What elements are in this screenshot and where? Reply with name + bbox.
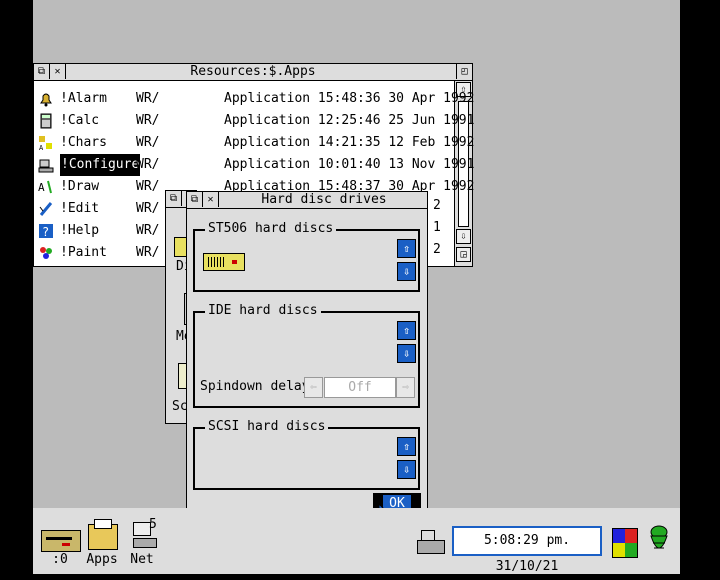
hard-disc-dialog[interactable]: ⧉ ✕ Hard disc drives ST506 hard discs ⇧ …	[186, 191, 428, 529]
ide-label: IDE hard discs	[205, 303, 321, 319]
scsi-label: SCSI hard discs	[205, 419, 329, 435]
spindown-label: Spindown delay	[200, 379, 310, 394]
file-access: WR/	[136, 135, 160, 150]
palette-icon[interactable]	[612, 528, 638, 558]
draw-icon: A	[38, 180, 52, 194]
net-label: Net	[130, 552, 154, 567]
scsi-frame: SCSI hard discs ⇧ ⇩	[193, 419, 420, 490]
file-access: WR/	[136, 157, 160, 172]
acorn-icon[interactable]	[647, 524, 671, 558]
spindown-increment-button[interactable]: ⇨	[396, 377, 415, 398]
back-icon[interactable]: ⧉	[166, 191, 182, 206]
hard-drive-icon[interactable]	[203, 253, 245, 271]
file-name: !Calc	[60, 113, 100, 128]
hdd-dialog-titlebar[interactable]: ⧉ ✕ Hard disc drives	[187, 192, 427, 209]
printer-icon[interactable]	[417, 530, 445, 556]
st506-label: ST506 hard discs	[205, 221, 337, 237]
file-name-selected: !Configure	[60, 154, 141, 176]
scroll-down-icon[interactable]: ⇩	[397, 460, 416, 479]
close-icon[interactable]: ✕	[203, 192, 219, 207]
file-access: WR/	[136, 201, 160, 216]
svg-text:A: A	[39, 144, 44, 151]
paint-icon	[40, 247, 52, 259]
file-access: WR/	[136, 91, 160, 106]
file-info: Application 12:25:46 25 Jun 1991	[224, 113, 475, 128]
calculator-icon	[40, 113, 52, 129]
drive-label: :0	[52, 552, 68, 567]
ide-frame: IDE hard discs ⇧ ⇩ Spindown delay ⇦ Off …	[193, 303, 420, 408]
scroll-down-icon[interactable]: ⇩	[397, 344, 416, 363]
apps-window-titlebar[interactable]: ⧉ ✕ Resources:$.Apps ◰	[34, 64, 472, 81]
icon-bar: :0 Apps 5 Net 5:08:29 pm. 31/10/21	[33, 508, 680, 574]
file-name: !Chars	[60, 135, 107, 150]
partial-info: 1	[433, 220, 441, 235]
configure-icon	[38, 159, 54, 173]
resize-icon[interactable]: ◲	[456, 247, 471, 262]
bell-icon	[40, 93, 52, 107]
apps-window-title: Resources:$.Apps	[190, 64, 316, 79]
svg-text:A: A	[38, 181, 45, 194]
spindown-value: Off	[348, 380, 372, 395]
spindown-decrement-button[interactable]: ⇦	[304, 377, 323, 398]
svg-text:?: ?	[42, 225, 49, 239]
scroll-down-icon[interactable]: ⇩	[456, 229, 471, 244]
clock-display[interactable]: 5:08:29 pm. 31/10/21	[452, 526, 602, 574]
chars-icon: A	[39, 136, 52, 151]
apps-folder-icon[interactable]	[88, 519, 118, 550]
file-info: Application 15:48:36 30 Apr 1992	[224, 91, 475, 106]
file-name: !Alarm	[60, 91, 107, 106]
file-access: WR/	[136, 113, 160, 128]
file-access: WR/	[136, 179, 160, 194]
partial-info: 2	[433, 242, 441, 257]
file-access: WR/	[136, 223, 160, 238]
file-name: !Draw	[60, 179, 100, 194]
back-icon[interactable]: ⧉	[34, 64, 50, 79]
scroll-up-icon[interactable]: ⇧	[397, 239, 416, 258]
scroll-up-icon[interactable]: ⇧	[397, 321, 416, 340]
net-number: 5	[149, 517, 157, 532]
toggle-size-icon[interactable]: ◰	[456, 64, 472, 79]
edit-icon	[39, 202, 53, 216]
spindown-value-field[interactable]: Off	[324, 377, 396, 398]
file-name: !Paint	[60, 245, 107, 260]
apps-label: Apps	[86, 552, 118, 567]
file-access: WR/	[136, 245, 160, 260]
back-icon[interactable]: ⧉	[187, 192, 203, 207]
help-icon: ?	[39, 224, 53, 239]
clock-text: 5:08:29 pm. 31/10/21	[483, 533, 571, 574]
file-name: !Help	[60, 223, 100, 238]
close-icon[interactable]: ✕	[50, 64, 66, 79]
file-name: !Edit	[60, 201, 100, 216]
scroll-up-icon[interactable]: ⇧	[397, 437, 416, 456]
hdd-dialog-title: Hard disc drives	[261, 192, 387, 207]
file-info: Application 14:21:35 12 Feb 1992	[224, 135, 475, 150]
partial-info: 2	[433, 198, 441, 213]
st506-frame: ST506 hard discs ⇧ ⇩	[193, 221, 420, 292]
file-info: Application 10:01:40 13 Nov 1991	[224, 157, 475, 172]
floppy-drive-icon[interactable]	[41, 530, 81, 552]
scroll-down-icon[interactable]: ⇩	[397, 262, 416, 281]
